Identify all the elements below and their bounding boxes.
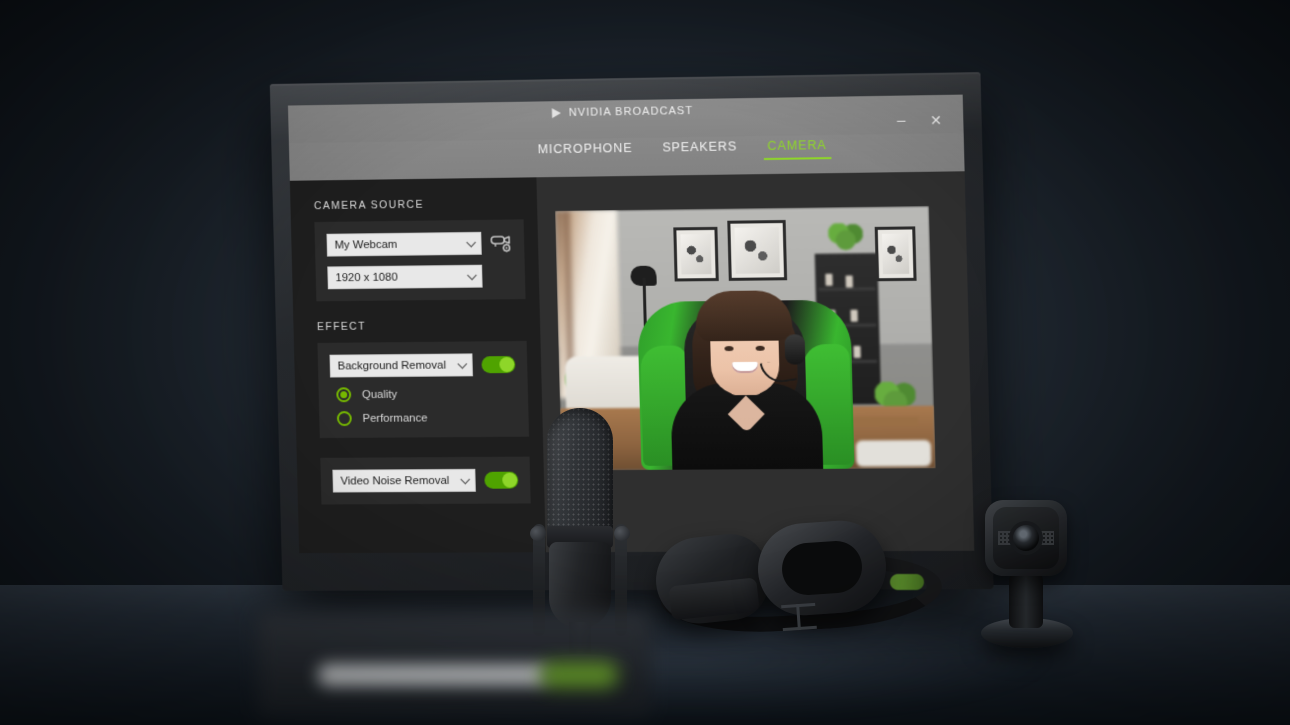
- settings-panel: CAMERA SOURCE My Webcam 1920 x 1080 EFFE…: [289, 177, 546, 554]
- minimize-button[interactable]: –: [888, 111, 915, 130]
- radio-quality[interactable]: Quality: [336, 386, 516, 403]
- toggle-knob: [499, 357, 515, 373]
- picture-frame: [874, 226, 917, 282]
- chevron-down-icon: [467, 269, 477, 280]
- webcam-grill-right: [1041, 531, 1054, 545]
- tab-camera[interactable]: CAMERA: [765, 135, 829, 163]
- camera-source-label: CAMERA SOURCE: [313, 198, 425, 213]
- side-table: [843, 416, 919, 427]
- picture-frame: [673, 226, 719, 282]
- effect-toggle-background-removal[interactable]: [481, 356, 516, 374]
- tab-microphone[interactable]: MICROPHONE: [535, 138, 634, 166]
- camera-resolution-select[interactable]: 1920 x 1080: [327, 264, 483, 290]
- close-button[interactable]: ✕: [922, 111, 949, 130]
- effect-value: Background Removal: [337, 359, 447, 372]
- chevron-down-icon: [466, 237, 476, 247]
- camera-device-value: My Webcam: [334, 238, 398, 252]
- plant: [828, 223, 864, 252]
- effect-select-background-removal[interactable]: Background Removal: [329, 353, 473, 378]
- eye-left: [724, 346, 734, 352]
- tab-speakers[interactable]: SPEAKERS: [660, 136, 739, 164]
- product-scene: nVIDIA. NVIDIA BROADCAST – ✕ MICROPHONE …: [0, 0, 1290, 725]
- radio-performance[interactable]: Performance: [336, 410, 517, 427]
- radio-quality-indicator: [336, 387, 352, 403]
- title-group: NVIDIA BROADCAST: [551, 101, 694, 123]
- camera-settings-gear-icon[interactable]: [490, 233, 512, 253]
- camera-device-row: My Webcam: [326, 231, 512, 257]
- picture-frame: [727, 219, 788, 281]
- effect-select-video-noise-removal[interactable]: Video Noise Removal: [332, 468, 476, 493]
- camera-source-card: My Webcam 1920 x 1080: [314, 219, 526, 302]
- camera-resolution-row: 1920 x 1080: [327, 264, 513, 290]
- effect-card-background-removal: Background Removal Quality Performance: [317, 340, 530, 439]
- chevron-down-icon: [460, 473, 471, 484]
- desktop-webcam: [975, 500, 1087, 672]
- camera-resolution-value: 1920 x 1080: [335, 271, 398, 284]
- eye-right: [755, 345, 765, 351]
- mic-knob-right: [614, 526, 630, 541]
- headset-green-accent: [890, 574, 924, 590]
- effect-value: Video Noise Removal: [340, 474, 450, 488]
- webcam-front-face: [993, 507, 1059, 569]
- effect-row: Background Removal: [329, 353, 516, 378]
- effect-toggle-video-noise-removal[interactable]: [484, 471, 519, 489]
- webcam-head: [985, 500, 1067, 576]
- window-slat: [563, 210, 575, 381]
- nvidia-play-mark-icon: [551, 108, 562, 119]
- webcam-lens: [1013, 525, 1039, 551]
- camera-device-select[interactable]: My Webcam: [326, 231, 482, 257]
- window-title: NVIDIA BROADCAST: [568, 104, 694, 119]
- hair-front: [694, 290, 793, 342]
- radio-performance-indicator: [336, 411, 352, 427]
- radio-quality-label: Quality: [361, 388, 398, 401]
- headset-logo: [781, 602, 817, 632]
- toggle-knob: [502, 472, 518, 488]
- radio-performance-label: Performance: [362, 411, 428, 425]
- webcam-grill-left: [998, 531, 1011, 545]
- mouth: [731, 361, 759, 374]
- person-on-camera: [663, 284, 828, 470]
- blurred-keyboard-highlight: [318, 664, 548, 686]
- blurred-keyboard-green-accent: [540, 662, 618, 688]
- rug: [855, 440, 932, 467]
- effect-label: EFFECT: [316, 320, 367, 334]
- effect-row: Video Noise Removal: [332, 468, 519, 493]
- effect-card-video-noise-removal: Video Noise Removal: [320, 456, 531, 505]
- mic-knob-left: [530, 526, 546, 541]
- chevron-down-icon: [457, 358, 468, 369]
- gaming-headset: [650, 517, 950, 646]
